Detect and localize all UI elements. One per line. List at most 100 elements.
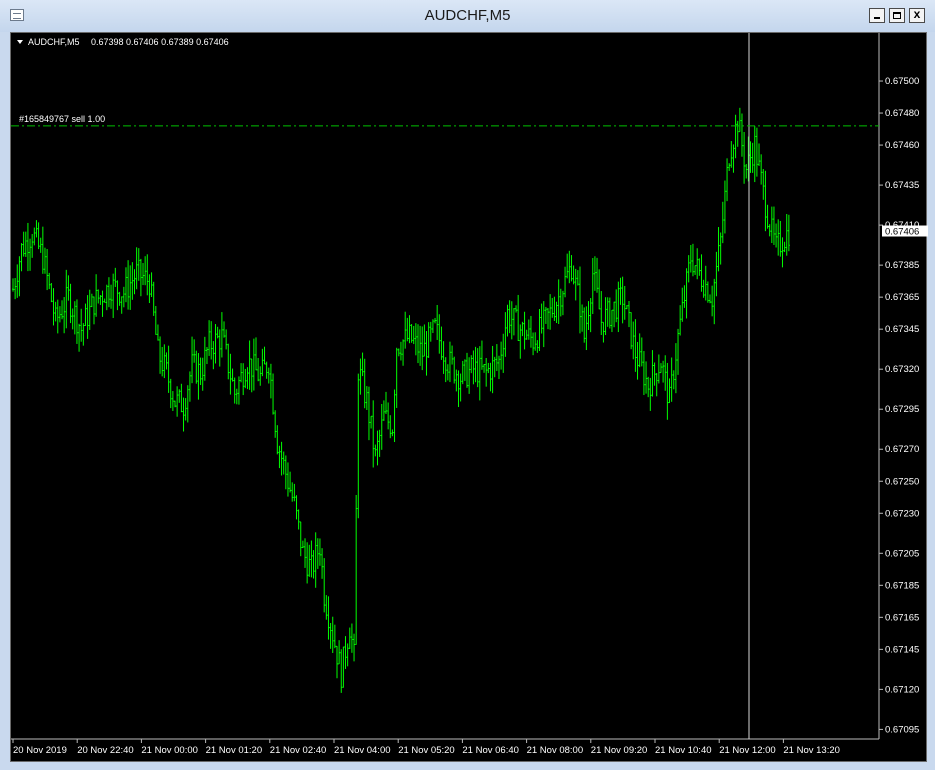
chart-area[interactable]: #165849767 sell 1.00 AUDCHF,M5 0.67398 0… bbox=[10, 32, 928, 763]
ohlc-bar bbox=[625, 305, 628, 310]
ohlc-bar bbox=[668, 378, 671, 404]
ohlc-bar bbox=[617, 281, 620, 333]
ohlc-bar bbox=[412, 325, 415, 345]
dropdown-arrow-icon[interactable] bbox=[17, 40, 23, 44]
ohlc-bar bbox=[502, 333, 505, 373]
ohlc-bar bbox=[289, 471, 292, 493]
ohlc-bar bbox=[223, 321, 226, 338]
ohlc-bar bbox=[495, 344, 498, 371]
ohlc-bar bbox=[709, 294, 712, 304]
ohlc-bar bbox=[231, 368, 234, 382]
ohlc-bar bbox=[146, 254, 149, 296]
minimize-button[interactable] bbox=[869, 8, 885, 23]
ohlc-bar bbox=[600, 291, 603, 335]
ohlc-bar bbox=[728, 163, 731, 171]
ohlc-bar bbox=[468, 357, 471, 394]
ohlc-bar bbox=[12, 278, 14, 292]
ohlc-bar bbox=[540, 303, 543, 334]
ohlc-bar bbox=[606, 297, 609, 327]
ohlc-bar bbox=[544, 306, 547, 324]
ohlc-bar bbox=[438, 314, 441, 354]
y-tick-label: 0.67120 bbox=[885, 684, 919, 695]
ohlc-bar bbox=[734, 114, 737, 159]
x-tick-label: 20 Nov 2019 bbox=[13, 745, 67, 756]
ohlc-bar bbox=[205, 346, 208, 365]
ohlc-bar bbox=[282, 451, 285, 475]
ohlc-bar bbox=[674, 343, 677, 394]
ohlc-bar bbox=[547, 308, 550, 330]
ohlc-bar bbox=[423, 324, 426, 357]
symbol-label: AUDCHF,M5 bbox=[28, 37, 80, 47]
ohlc-bar bbox=[299, 521, 302, 557]
ohlc-bar bbox=[39, 237, 42, 253]
ohlc-bar bbox=[551, 297, 554, 318]
ohlc-bar bbox=[760, 154, 763, 185]
ohlc-bar bbox=[743, 132, 746, 184]
ohlc-bar bbox=[483, 364, 486, 373]
ohlc-bar bbox=[689, 245, 692, 273]
ohlc-bar bbox=[161, 346, 164, 377]
ohlc-bar bbox=[265, 361, 268, 379]
ohlc-bar bbox=[301, 540, 304, 549]
current-price-value: 0.67406 bbox=[885, 227, 919, 238]
ohlc-bar bbox=[431, 319, 434, 334]
time-axis: 20 Nov 2019 20 Nov 22:40 21 Nov 00:00 21 No… bbox=[12, 739, 840, 756]
ohlc-bar bbox=[470, 355, 473, 374]
close-button[interactable]: x bbox=[909, 7, 925, 23]
ohlc-bar bbox=[561, 290, 564, 316]
ohlc-bar bbox=[71, 308, 74, 330]
ohlc-bar bbox=[387, 402, 390, 430]
ohlc-bar bbox=[781, 237, 784, 268]
ohlc-bar bbox=[131, 262, 134, 300]
ohlc-bar bbox=[295, 495, 298, 520]
ohlc-bar bbox=[711, 285, 714, 317]
sell-order-label: #165849767 sell 1.00 bbox=[19, 114, 105, 124]
ohlc-bar bbox=[442, 341, 445, 374]
y-tick-label: 0.67250 bbox=[885, 476, 919, 487]
ohlc-bar bbox=[116, 280, 119, 311]
ohlc-bar bbox=[638, 333, 641, 368]
ohlc-bar bbox=[156, 324, 159, 341]
y-tick-label: 0.67435 bbox=[885, 180, 919, 191]
ohlc-bar bbox=[69, 283, 72, 324]
maximize-button[interactable] bbox=[889, 8, 905, 23]
ohlc-bar bbox=[448, 341, 451, 383]
ohlc-bar bbox=[306, 542, 309, 584]
ohlc-bar bbox=[367, 386, 370, 441]
ohlc-bar bbox=[227, 343, 230, 380]
price-chart[interactable]: #165849767 sell 1.00 AUDCHF,M5 0.67398 0… bbox=[11, 33, 928, 763]
ohlc-bar bbox=[186, 385, 189, 423]
ohlc-bar bbox=[297, 509, 300, 530]
ohlc-bar bbox=[327, 596, 330, 640]
ohlc-bar bbox=[670, 357, 673, 402]
ohlc-bar bbox=[681, 287, 684, 322]
ohlc-bar bbox=[31, 234, 34, 258]
ohlc-bar bbox=[99, 295, 102, 305]
ohlc-bar bbox=[630, 312, 633, 350]
window-titlebar[interactable]: AUDCHF,M5 x bbox=[0, 0, 935, 32]
ohlc-bar bbox=[176, 386, 179, 417]
ohlc-bar bbox=[229, 353, 232, 395]
ohlc-bar bbox=[493, 356, 496, 378]
ohlc-bar bbox=[233, 377, 236, 404]
ohlc-bar bbox=[272, 373, 275, 415]
ohlc-bar bbox=[429, 321, 432, 342]
ohlc-bar bbox=[144, 256, 147, 286]
ohlc-bar bbox=[250, 358, 253, 393]
ohlc-bar bbox=[519, 324, 522, 359]
ohlc-bar bbox=[591, 258, 594, 315]
ohlc-bar bbox=[118, 291, 121, 306]
ohlc-bar bbox=[508, 300, 511, 334]
ohlc-bar bbox=[694, 265, 697, 275]
ohlc-bar bbox=[195, 350, 198, 384]
ohlc-bar bbox=[770, 206, 773, 244]
ohlc-bar bbox=[244, 368, 247, 389]
ohlc-bar bbox=[363, 358, 366, 409]
ohlc-bar bbox=[254, 337, 257, 371]
ohlc-bar bbox=[374, 444, 377, 457]
ohlc-bar bbox=[732, 144, 735, 173]
ohlc-bar bbox=[148, 274, 151, 304]
ohlc-bar bbox=[685, 268, 688, 319]
ohlc-bar bbox=[180, 383, 183, 413]
x-tick-label: 21 Nov 06:40 bbox=[462, 745, 519, 756]
